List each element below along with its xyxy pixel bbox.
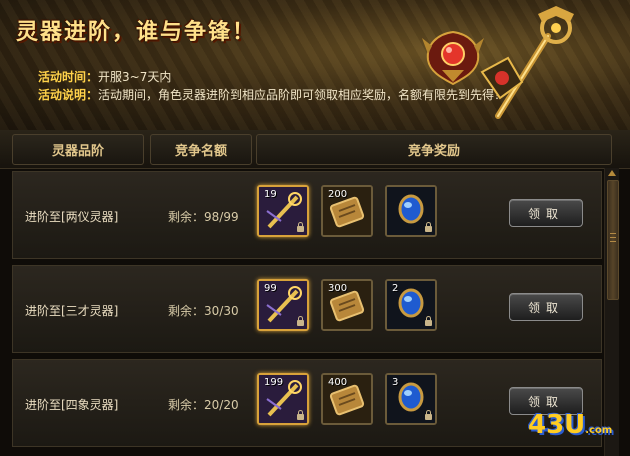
event-desc-label: 活动说明： bbox=[38, 88, 99, 102]
reward-count: 400 bbox=[328, 377, 348, 388]
tier-label: 进阶至[两仪灵器] bbox=[25, 210, 119, 224]
reward-slot-gem[interactable]: 2 bbox=[385, 279, 437, 331]
event-time-label: 活动时间： bbox=[38, 70, 99, 84]
event-title: 灵器进阶，谁与争锋！ bbox=[16, 19, 257, 45]
reward-count: 300 bbox=[328, 283, 348, 294]
watermark-suffix: .com bbox=[585, 425, 613, 436]
remaining-quota: 剩余：98/99 bbox=[168, 210, 239, 224]
reward-slot-weapon[interactable]: 19 bbox=[257, 185, 309, 237]
event-time-value: 开服3~7天内 bbox=[98, 70, 172, 84]
reward-count: 99 bbox=[264, 283, 277, 294]
lock-icon bbox=[425, 222, 432, 232]
table-header: 灵器品阶 竞争名额 竞争奖励 bbox=[0, 130, 630, 169]
reward-count: 3 bbox=[392, 377, 399, 388]
reward-slot-gem[interactable] bbox=[385, 185, 437, 237]
header-tier: 灵器品阶 bbox=[12, 134, 144, 165]
golden-scepter-icon bbox=[480, 6, 574, 119]
reward-slot-weapon[interactable]: 99 bbox=[257, 279, 309, 331]
reward-row: 进阶至[三才灵器] 剩余：30/30 99 300 2 领取 bbox=[12, 265, 602, 353]
event-banner: 灵器进阶，谁与争锋！ 活动时间：开服3~7天内 活动说明：活动期间，角色灵器进阶… bbox=[0, 0, 630, 130]
reward-row: 进阶至[四象灵器] 剩余：20/20 199 400 3 领取 bbox=[12, 359, 602, 447]
tier-label: 进阶至[四象灵器] bbox=[25, 398, 119, 412]
reward-row: 进阶至[两仪灵器] 剩余：98/99 19 200 领取 bbox=[12, 171, 602, 259]
tier-label: 进阶至[三才灵器] bbox=[25, 304, 119, 318]
reward-slot-scroll[interactable]: 300 bbox=[321, 279, 373, 331]
remaining-quota: 剩余：30/30 bbox=[168, 304, 239, 318]
lock-icon bbox=[425, 410, 432, 420]
claim-button[interactable]: 领取 bbox=[509, 199, 583, 227]
claim-button[interactable]: 领取 bbox=[509, 293, 583, 321]
lock-icon bbox=[297, 316, 304, 326]
reward-count: 200 bbox=[328, 189, 348, 200]
reward-count: 2 bbox=[392, 283, 399, 294]
scroll-up-arrow-icon[interactable] bbox=[608, 170, 616, 176]
reward-slot-weapon[interactable]: 199 bbox=[257, 373, 309, 425]
grip-line bbox=[610, 241, 616, 242]
remaining-quota: 剩余：20/20 bbox=[168, 398, 239, 412]
grip-line bbox=[610, 233, 616, 234]
reward-count: 19 bbox=[264, 189, 277, 200]
scroll-thumb[interactable] bbox=[607, 180, 619, 300]
reward-slot-scroll[interactable]: 200 bbox=[321, 185, 373, 237]
header-quota: 竞争名额 bbox=[150, 134, 252, 165]
header-reward: 竞争奖励 bbox=[256, 134, 612, 165]
reward-count: 199 bbox=[264, 377, 284, 388]
lock-icon bbox=[297, 222, 304, 232]
grip-line bbox=[610, 237, 616, 238]
site-watermark-logo: 43U.com bbox=[528, 410, 612, 440]
reward-slot-gem[interactable]: 3 bbox=[385, 373, 437, 425]
event-desc-value: 活动期间，角色灵器进阶到相应品阶即可领取相应奖励，名额有限先到先得！ bbox=[98, 88, 507, 102]
lock-icon bbox=[425, 316, 432, 326]
lock-icon bbox=[297, 410, 304, 420]
watermark-main: 43U bbox=[528, 410, 586, 440]
reward-slot-scroll[interactable]: 400 bbox=[321, 373, 373, 425]
event-time: 活动时间：开服3~7天内 bbox=[38, 68, 171, 85]
